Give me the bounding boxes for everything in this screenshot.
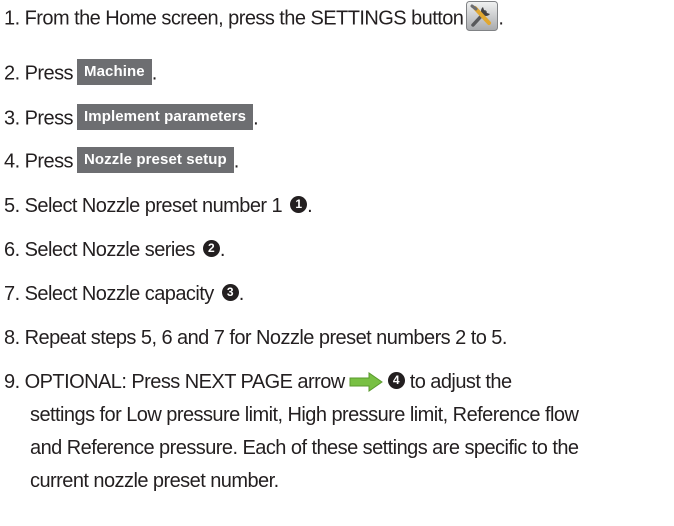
step-6: 6. Select Nozzle series 2. [4, 238, 225, 262]
step-punct: . [219, 239, 226, 261]
step-9-line-4: current nozzle preset number. [30, 470, 279, 492]
step-number: 2. [4, 62, 20, 85]
machine-button: Machine [76, 59, 152, 85]
step-9-line-3: and Reference pressure. Each of these se… [30, 437, 579, 459]
step-text: Select Nozzle preset number 1 [24, 195, 283, 217]
step-number: 5. [4, 195, 20, 217]
step-text: From the Home screen, press the SETTINGS… [24, 7, 464, 30]
callout-1: 1 [290, 196, 308, 214]
implement-parameters-button: Implement parameters [76, 104, 254, 130]
step-text-continued: to adjust the [409, 371, 512, 393]
step-4: 4. Press Nozzle preset setup. [4, 147, 240, 175]
callout-3: 3 [221, 284, 239, 302]
nozzle-preset-setup-button: Nozzle preset setup [76, 147, 234, 173]
step-text: Press [24, 107, 74, 130]
step-punct: . [151, 62, 158, 85]
step-number: 1. [4, 7, 20, 30]
step-punct: . [307, 195, 313, 217]
step-number: 9. [4, 371, 20, 393]
step-9-line-2: settings for Low pressure limit, High pr… [30, 404, 579, 426]
step-number: 6. [4, 239, 20, 261]
step-text: Press [24, 62, 74, 85]
next-page-arrow-icon [349, 370, 383, 392]
step-2: 2. Press Machine. [4, 59, 158, 87]
step-8: 8. Repeat steps 5, 6 and 7 for Nozzle pr… [4, 326, 507, 350]
step-text: OPTIONAL: Press NEXT PAGE arrow [24, 371, 346, 393]
step-punct: . [498, 7, 504, 30]
instruction-steps: 1. From the Home screen, press the SETTI… [0, 0, 674, 526]
step-punct: . [233, 150, 240, 173]
step-5: 5. Select Nozzle preset number 1 1. [4, 194, 313, 218]
step-9: 9. OPTIONAL: Press NEXT PAGE arrow 4 to … [4, 366, 664, 498]
step-1: 1. From the Home screen, press the SETTI… [4, 1, 504, 34]
step-text: Select Nozzle series [24, 239, 196, 261]
step-7: 7. Select Nozzle capacity 3. [4, 282, 244, 306]
step-text: Press [24, 150, 74, 173]
step-number: 7. [4, 283, 20, 305]
settings-wrench-screwdriver-icon [466, 1, 499, 31]
callout-4: 4 [387, 372, 405, 390]
step-number: 8. [4, 327, 20, 349]
step-punct: . [253, 107, 259, 130]
step-punct: . [238, 283, 245, 305]
step-text: Repeat steps 5, 6 and 7 for Nozzle prese… [24, 327, 508, 349]
step-3: 3. Press Implement parameters. [4, 104, 259, 132]
step-number: 3. [4, 107, 20, 130]
step-number: 4. [4, 150, 20, 173]
callout-2: 2 [202, 240, 220, 258]
step-text: Select Nozzle capacity [24, 283, 215, 305]
